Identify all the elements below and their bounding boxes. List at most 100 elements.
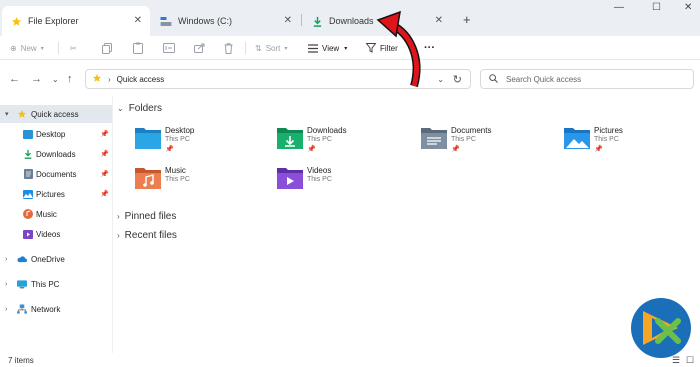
forward-arrow-icon[interactable]: → [31, 73, 42, 85]
music-folder-icon [135, 168, 161, 189]
download-icon [311, 15, 323, 27]
pictures-icon [23, 189, 33, 199]
chevron-right-icon[interactable]: › [5, 281, 7, 288]
sidebar-item-label: Documents [36, 169, 77, 179]
chevron-right-icon[interactable]: › [5, 306, 7, 313]
chevron-down-icon: ▾ [344, 45, 348, 52]
pin-icon[interactable]: 📌 [100, 150, 109, 158]
group-label: Pinned files [124, 211, 177, 222]
cut-button[interactable]: ✂ [70, 41, 77, 55]
delete-button[interactable] [224, 41, 233, 55]
minimize-button[interactable]: — [614, 2, 624, 13]
pin-icon[interactable]: 📌 [100, 190, 109, 198]
star-icon [92, 73, 102, 85]
folder-downloads[interactable]: Downloads This PC 📌 [276, 125, 406, 157]
search-box[interactable]: Search Quick access [480, 69, 694, 89]
folder-videos[interactable]: Videos This PC [276, 165, 406, 197]
close-tab-icon[interactable]: ✕ [435, 15, 443, 26]
pinned-files-group-header[interactable]: › Pinned files [117, 211, 176, 222]
network-icon [17, 304, 27, 314]
tab-divider [301, 14, 302, 26]
rename-icon [163, 43, 175, 53]
sidebar-item-videos[interactable]: Videos [0, 225, 112, 243]
sidebar-item-pictures[interactable]: Pictures 📌 [0, 185, 112, 203]
tab-file-explorer[interactable]: File Explorer ✕ [2, 6, 150, 36]
pin-icon: 📌 [165, 146, 174, 153]
documents-icon [23, 169, 33, 179]
sidebar-item-documents[interactable]: Documents 📌 [0, 165, 112, 183]
copy-button[interactable] [102, 41, 112, 55]
tab-windows-c[interactable]: Windows (C:) ✕ [152, 6, 300, 36]
folder-location: This PC [165, 176, 190, 183]
folder-documents[interactable]: Documents This PC 📌 [420, 125, 550, 157]
chevron-down-icon[interactable]: ⌄ [437, 75, 444, 84]
sort-label: Sort [265, 43, 281, 53]
sidebar-item-network[interactable]: › Network [0, 300, 112, 318]
view-button[interactable]: View ▾ [308, 41, 347, 55]
new-tab-button[interactable]: + [463, 12, 471, 27]
title-bar: File Explorer ✕ Windows (C:) ✕ Downloads… [0, 0, 700, 36]
close-window-button[interactable]: ✕ [684, 2, 692, 13]
new-button[interactable]: ⊕ New ▾ [10, 41, 44, 55]
view-label: View [322, 43, 340, 53]
drive-icon [160, 15, 172, 27]
copy-icon [102, 42, 112, 54]
paste-icon [133, 42, 143, 54]
recent-files-group-header[interactable]: › Recent files [117, 230, 177, 241]
chevron-down-icon: ▾ [40, 45, 44, 52]
sidebar-item-quick-access[interactable]: ▾ Quick access [0, 105, 112, 123]
star-icon [10, 15, 22, 27]
maximize-button[interactable]: ☐ [652, 2, 661, 13]
folders-group-header[interactable]: ⌄ Folders [117, 103, 162, 114]
chevron-right-icon: › [108, 74, 111, 84]
sidebar-item-onedrive[interactable]: › OneDrive [0, 250, 112, 268]
folder-pictures[interactable]: Pictures This PC 📌 [563, 125, 693, 157]
sidebar-item-music[interactable]: Music [0, 205, 112, 223]
close-tab-icon[interactable]: ✕ [284, 15, 292, 26]
folder-name: Videos [307, 166, 332, 175]
group-label: Recent files [124, 230, 177, 241]
sort-button[interactable]: ⇅ Sort ▾ [255, 41, 287, 55]
folder-desktop[interactable]: Desktop This PC 📌 [134, 125, 264, 157]
share-icon [194, 43, 205, 53]
sidebar-item-desktop[interactable]: Desktop 📌 [0, 125, 112, 143]
folder-location: This PC [307, 176, 332, 183]
sidebar-item-label: Desktop [36, 129, 66, 139]
share-button[interactable] [194, 41, 205, 55]
folder-music[interactable]: Music This PC [134, 165, 264, 197]
sidebar-item-downloads[interactable]: Downloads 📌 [0, 145, 112, 163]
chevron-right-icon[interactable]: › [5, 256, 7, 263]
sidebar-item-this-pc[interactable]: › This PC [0, 275, 112, 293]
pictures-folder-icon [564, 128, 590, 149]
chevron-down-icon[interactable]: ▾ [5, 110, 9, 118]
sidebar-item-label: This PC [31, 279, 60, 289]
address-location: Quick access [116, 74, 165, 84]
sort-icon: ⇅ [255, 43, 262, 53]
sidebar-item-label: Music [36, 209, 57, 219]
pin-icon[interactable]: 📌 [100, 130, 109, 138]
sidebar-item-label: Quick access [31, 109, 79, 119]
chevron-down-icon[interactable]: ⌄ [52, 75, 59, 84]
pin-icon: 📌 [451, 146, 460, 153]
new-label: New [20, 43, 37, 53]
up-arrow-icon[interactable]: ↑ [67, 73, 73, 85]
pc-icon [17, 279, 27, 289]
chevron-right-icon: › [117, 231, 120, 240]
search-input[interactable]: Search Quick access [506, 75, 581, 84]
cut-icon: ✂ [70, 43, 77, 53]
music-icon [23, 209, 33, 219]
close-tab-icon[interactable]: ✕ [134, 15, 142, 26]
documents-folder-icon [421, 128, 447, 149]
paste-button[interactable] [133, 41, 143, 55]
star-icon [17, 109, 27, 119]
cloud-icon [17, 254, 27, 264]
refresh-icon[interactable]: ↻ [453, 73, 462, 86]
rename-button[interactable] [163, 41, 175, 55]
command-bar: ⊕ New ▾ ✂ ⇅ Sort ▾ View ▾ Filter ··· [0, 36, 700, 60]
pin-icon[interactable]: 📌 [100, 170, 109, 178]
folder-name: Desktop [165, 126, 195, 135]
chevron-right-icon: › [117, 212, 120, 221]
view-icon [308, 43, 318, 53]
sidebar-item-label: OneDrive [31, 254, 65, 264]
back-arrow-icon[interactable]: ← [9, 73, 20, 85]
